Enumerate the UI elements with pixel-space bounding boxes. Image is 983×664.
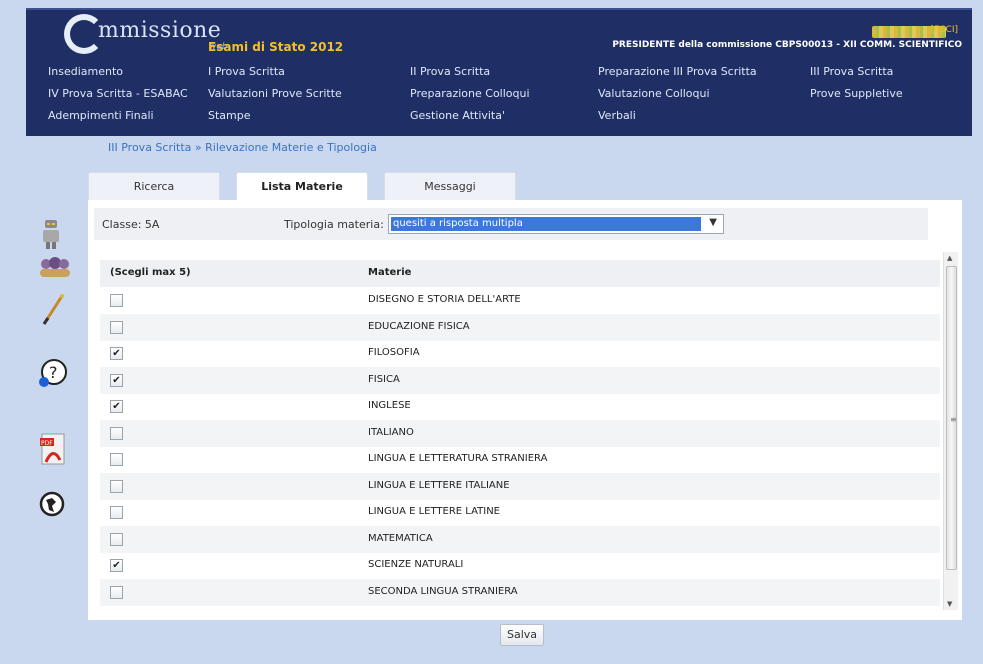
tipologia-selected-value: quesiti a risposta multipla [391,217,701,231]
column-header-materie: Materie [368,267,412,278]
table-row: ✔ SCIENZE NATURALI [100,552,940,579]
pdf-icon[interactable]: PDF [38,432,82,468]
help-icon[interactable]: ? [38,358,82,394]
menu-item[interactable]: Valutazioni Prove Scritte [208,87,342,100]
filter-bar: Classe: 5A Tipologia materia: quesiti a … [94,208,928,240]
materia-name: SCIENZE NATURALI [368,559,464,570]
menu-item[interactable]: Preparazione Colloqui [410,87,530,100]
menu-item[interactable]: Insediamento [48,65,123,78]
table-row: LINGUA E LETTERE ITALIANE [100,472,940,500]
materia-name: ITALIANO [368,426,414,438]
menu-item[interactable]: Preparazione III Prova Scritta [598,65,757,78]
menu-item[interactable]: I Prova Scritta [208,65,285,78]
svg-text:PDF: PDF [41,440,53,447]
menu-item[interactable]: Prove Suppletive [810,87,903,100]
materia-name: INGLESE [368,400,411,411]
pen-icon[interactable] [38,292,82,328]
menu-item[interactable]: Valutazione Colloqui [598,87,710,100]
materia-name: FILOSOFIA [368,347,420,358]
menu-item[interactable]: Stampe [208,109,251,122]
table-row: EDUCAZIONE FISICA [100,313,940,341]
tab-messaggi[interactable]: Messaggi [384,172,516,200]
commission-info: PRESIDENTE della commissione CBPS00013 -… [612,40,962,50]
chevron-down-icon: ▼ [709,217,717,228]
menu-item[interactable]: Gestione Attivita' [410,109,505,122]
materia-checkbox[interactable]: ✔ [110,373,123,387]
tab-lista-materie[interactable]: Lista Materie [236,172,368,200]
materia-checkbox[interactable] [110,585,123,599]
logo-word: mmissione [98,18,222,43]
svg-text:?: ? [49,363,58,382]
menu-item[interactable]: II Prova Scritta [410,65,490,78]
table-scrollbar[interactable]: ▲ ≡ ▼ [943,252,958,610]
scroll-thumb[interactable]: ≡ [946,266,957,570]
materie-panel: Classe: 5A Tipologia materia: quesiti a … [88,200,962,620]
materia-checkbox[interactable] [110,453,123,466]
materia-name: LINGUA E LETTERE ITALIANE [368,479,510,491]
materia-name: FISICA [368,373,400,385]
materia-checkbox[interactable]: ✔ [110,559,123,572]
table-header: (Scegli max 5) Materie [100,260,940,287]
materia-checkbox[interactable] [110,426,123,440]
app-subtitle: Esami di Stato 2012 [208,40,344,54]
table-row: ✔ FILOSOFIA [100,340,940,367]
materia-checkbox[interactable] [110,479,123,493]
table-row: ✔ INGLESE [100,393,940,420]
tipologia-label: Tipologia materia: [284,218,384,231]
menu-item[interactable]: Verbali [598,109,636,122]
classe-label: Classe: 5A [102,218,160,231]
table-row: SECONDA LINGUA STRANIERA [100,578,940,606]
table-row: ITALIANO [100,419,940,447]
materia-name: SECONDA LINGUA STRANIERA [368,585,518,597]
save-button[interactable]: Salva [500,624,544,646]
breadcrumb: III Prova Scritta » Rilevazione Materie … [108,141,377,154]
materia-name: LINGUA E LETTERE LATINE [368,506,501,517]
menu-item[interactable]: III Prova Scritta [810,65,893,78]
app-header: mmissione web Esami di Stato 2012 [ESCI]… [26,8,972,136]
materia-checkbox[interactable]: ✔ [110,400,123,413]
table-row: ✔ FISICA [100,366,940,394]
tab-ricerca[interactable]: Ricerca [88,172,220,200]
table-row: LINGUA E LETTERE LATINE [100,499,940,526]
robot-icon[interactable] [38,218,82,254]
table-row: MATEMATICA [100,525,940,553]
materia-checkbox[interactable]: ✔ [110,347,123,360]
scroll-up-icon[interactable]: ▲ [947,254,952,262]
menu-item[interactable]: IV Prova Scritta - ESABAC [48,87,188,100]
tipologia-select[interactable]: quesiti a risposta multipla ▼ [388,214,724,234]
table-row: DISEGNO E STORIA DELL'ARTE [100,287,940,314]
column-header-choose: (Scegli max 5) [110,267,191,278]
materia-checkbox[interactable] [110,532,123,546]
materia-checkbox[interactable] [110,506,123,519]
group-icon[interactable] [38,256,82,292]
logout-link[interactable]: [ESCI] [931,25,958,35]
table-row: LINGUA E LETTERATURA STRANIERA [100,446,940,473]
materia-name: DISEGNO E STORIA DELL'ARTE [368,294,521,305]
materia-name: EDUCAZIONE FISICA [368,320,470,332]
menu-item[interactable]: Adempimenti Finali [48,109,154,122]
scroll-grip-icon: ≡ [950,415,957,424]
materia-name: MATEMATICA [368,532,433,544]
scroll-down-icon[interactable]: ▼ [947,600,952,608]
globe-icon[interactable] [38,490,82,526]
materia-checkbox[interactable] [110,294,123,307]
materia-checkbox[interactable] [110,320,123,334]
materia-name: LINGUA E LETTERATURA STRANIERA [368,453,548,464]
